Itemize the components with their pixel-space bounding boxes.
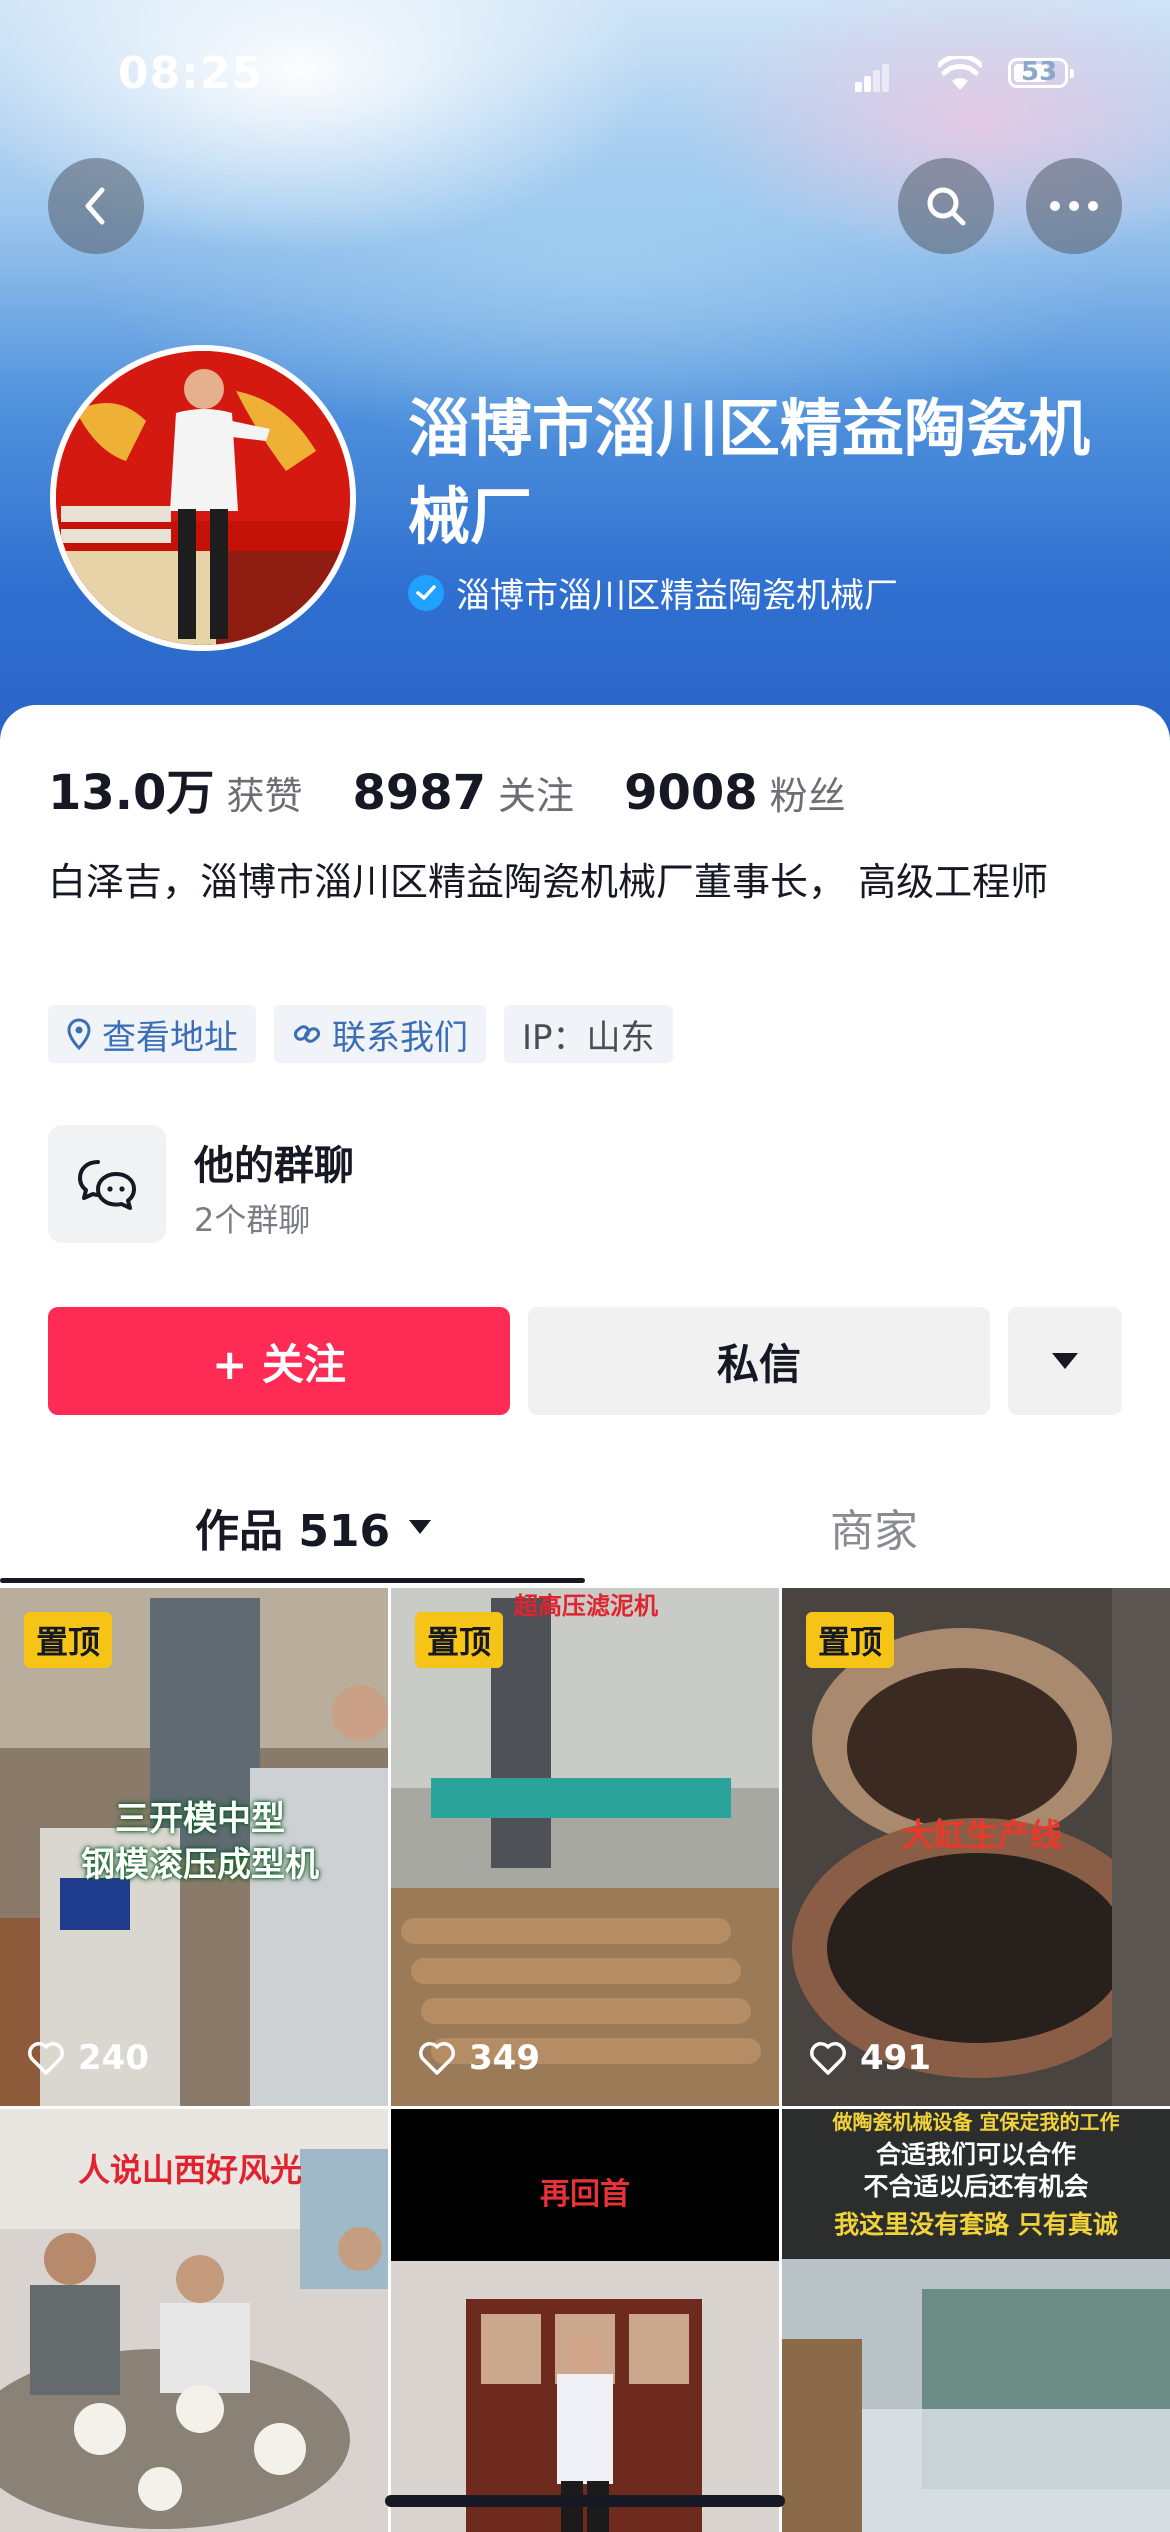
video-caption: 再回首 [540, 2177, 630, 2212]
like-count-value: 240 [78, 2038, 149, 2078]
group-chat-entry[interactable]: 他的群聊 2个群聊 [48, 1125, 1118, 1245]
video-tile[interactable]: 置顶 超高压滤泥机 349 [391, 1588, 779, 2106]
video-grid: 置顶 三开模中型 钢模滚压成型机 240 置顶 超高压滤泥机 349 置顶 大缸… [0, 1588, 1170, 2532]
wifi-icon [938, 56, 982, 90]
contact-us-tag[interactable]: 联系我们 [274, 1005, 486, 1063]
search-button[interactable] [898, 158, 994, 254]
status-bar: 08:25 53 [0, 0, 1170, 150]
following-count[interactable]: 8987 [352, 765, 486, 821]
following-label[interactable]: 关注 [498, 765, 574, 820]
likes-label: 获赞 [226, 774, 303, 818]
like-count-value: 349 [469, 2038, 540, 2078]
link-icon [293, 1025, 321, 1043]
video-tile[interactable]: 置顶 大缸生产线 491 [782, 1588, 1170, 2106]
profile-name: 淄博市淄川区精益陶瓷机械厂 [408, 392, 1091, 553]
heart-icon [28, 2042, 64, 2075]
video-caption: 三开模中型 钢模滚压成型机 [40, 1796, 360, 1888]
search-icon [927, 187, 966, 226]
profile-stats: 13.0万 获赞 8987 关注 9008 粉丝 [48, 753, 896, 823]
tab-works[interactable]: 作品 516 [195, 1495, 434, 1559]
signal-icon [855, 62, 889, 92]
avatar-image [56, 351, 350, 645]
active-tab-indicator [0, 1578, 585, 1583]
view-address-tag[interactable]: 查看地址 [48, 1005, 256, 1063]
ip-location-tag: IP：山东 [504, 1005, 673, 1063]
follow-button[interactable]: + 关注 [48, 1307, 510, 1415]
video-tile[interactable]: 再回首 [391, 2109, 779, 2532]
video-tile[interactable]: 人说山西好风光 [0, 2109, 388, 2532]
followers-count[interactable]: 9008 [624, 765, 758, 821]
video-caption-line: 合适我们可以合作 [875, 2140, 1076, 2169]
group-chat-title: 他的群聊 [194, 1143, 354, 1189]
followers-label[interactable]: 粉丝 [770, 765, 846, 820]
home-indicator [385, 2495, 785, 2507]
heart-icon [419, 2042, 455, 2075]
verified-badge: 淄博市淄川区精益陶瓷机械厂 [408, 568, 898, 617]
more-button[interactable] [1026, 158, 1122, 254]
video-caption: 人说山西好风光 [77, 2151, 302, 2189]
video-caption-line: 做陶瓷机械设备 宜保定我的工作 [832, 2110, 1120, 2134]
back-button[interactable] [48, 158, 144, 254]
triangle-down-icon [1052, 1353, 1078, 1369]
more-dots-icon [1050, 201, 1098, 211]
likes-count: 13.0万 [48, 765, 215, 821]
video-caption-line: 我这里没有套路 只有真诚 [834, 2210, 1118, 2239]
video-caption-line: 钢模滚压成型机 [81, 1845, 319, 1885]
video-caption: 超高压滤泥机 [514, 1591, 658, 1620]
group-chat-icon [48, 1125, 166, 1243]
like-count-value: 491 [860, 2038, 931, 2078]
expand-recommendations-button[interactable] [1008, 1307, 1122, 1415]
caret-down-icon [409, 1520, 432, 1534]
tab-works-label: 作品 516 [195, 1506, 391, 1557]
status-time: 08:25 [118, 48, 264, 99]
avatar[interactable] [50, 345, 356, 651]
view-address-label: 查看地址 [102, 1017, 238, 1058]
group-chat-count: 2个群聊 [194, 1201, 311, 1239]
video-caption-line: 不合适以后还有机会 [863, 2172, 1089, 2201]
profile-tags: 查看地址 联系我们 IP：山东 [48, 1005, 691, 1063]
like-count: 349 [417, 2038, 540, 2078]
ip-location-label: IP：山东 [522, 1017, 655, 1058]
tab-shop[interactable]: 商家 [830, 1495, 918, 1559]
chevron-left-icon [85, 187, 105, 225]
verified-check-icon [408, 574, 444, 611]
video-caption-line: 三开模中型 [115, 1799, 285, 1839]
location-pin-icon [67, 1018, 91, 1050]
like-count: 491 [808, 2038, 931, 2078]
video-tile[interactable]: 做陶瓷机械设备 宜保定我的工作 合适我们可以合作 不合适以后还有机会 我这里没有… [782, 2109, 1170, 2532]
contact-us-label: 联系我们 [332, 1017, 468, 1058]
video-caption: 大缸生产线 [901, 1816, 1062, 1854]
verified-label: 淄博市淄川区精益陶瓷机械厂 [456, 576, 898, 616]
video-tile[interactable]: 置顶 三开模中型 钢模滚压成型机 240 [0, 1588, 388, 2106]
heart-icon [810, 2042, 846, 2075]
pinned-badge: 置顶 [806, 1612, 895, 1668]
like-count: 240 [26, 2038, 149, 2078]
pinned-badge: 置顶 [24, 1612, 113, 1668]
profile-bio: 白泽吉，淄博市淄川区精益陶瓷机械厂董事长， 高级工程师 [48, 860, 1049, 904]
battery-icon: 53 [1008, 57, 1074, 88]
battery-level: 53 [1021, 57, 1058, 87]
message-button[interactable]: 私信 [528, 1307, 990, 1415]
